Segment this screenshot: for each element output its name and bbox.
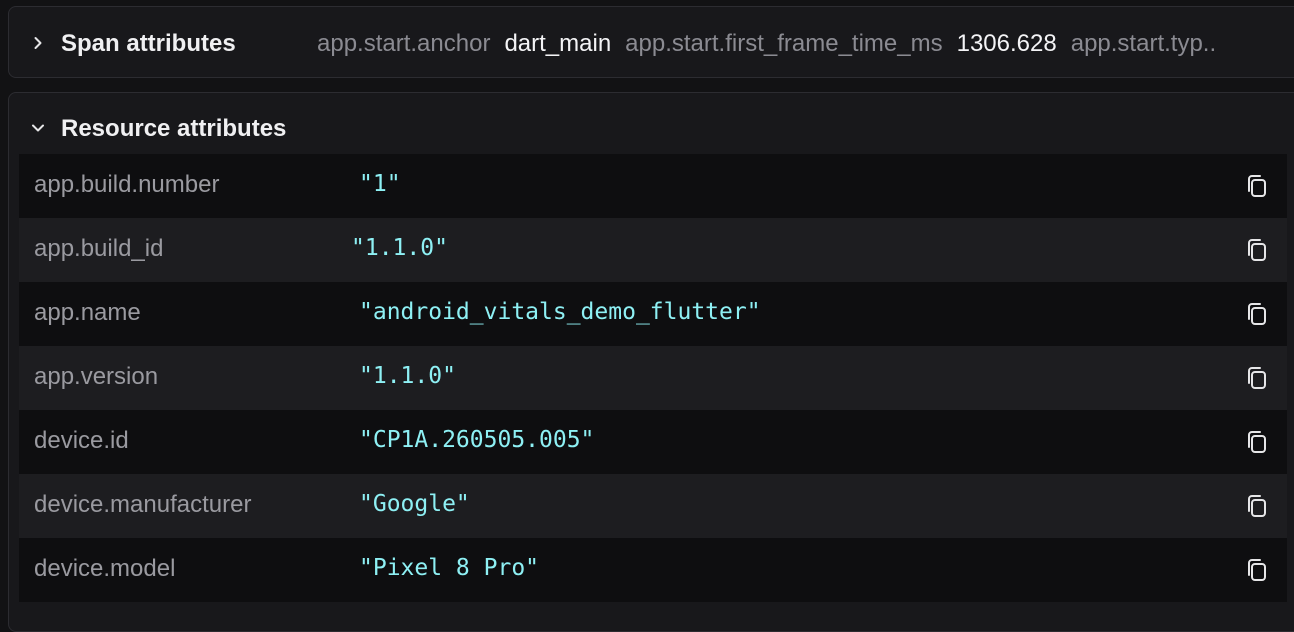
attribute-key: app.name: [34, 299, 141, 326]
copy-icon[interactable]: [1243, 364, 1271, 392]
attribute-row: app.build_id "1.1.0": [19, 218, 1287, 282]
attribute-key: app.build_id: [34, 235, 164, 262]
attribute-key: device.id: [34, 427, 129, 454]
copy-icon[interactable]: [1243, 172, 1271, 200]
attribute-key: device.model: [34, 555, 176, 582]
copy-icon[interactable]: [1243, 300, 1271, 328]
attribute-value: "1": [359, 171, 401, 197]
attribute-row: app.version "1.1.0": [19, 346, 1287, 410]
attribute-row: device.id "CP1A.260505.005": [19, 410, 1287, 474]
copy-icon[interactable]: [1243, 428, 1271, 456]
chevron-right-icon[interactable]: [27, 32, 49, 54]
resource-attributes-panel: Resource attributes app.build.number "1"…: [8, 92, 1294, 632]
attribute-value: "Google": [359, 491, 470, 517]
span-attr-key: app.start.anchor: [317, 30, 491, 57]
span-attr-value: 1306.628: [956, 30, 1057, 57]
span-attr-key: app.start.first_frame_time_ms: [625, 30, 943, 57]
attribute-row: device.manufacturer "Google": [19, 474, 1287, 538]
attribute-key: app.version: [34, 363, 159, 390]
attribute-row: device.model "Pixel 8 Pro": [19, 538, 1287, 602]
attribute-value: "1.1.0": [359, 363, 456, 389]
attribute-key: app.build.number: [34, 171, 220, 198]
chevron-down-icon[interactable]: [27, 117, 49, 139]
attribute-row: app.name "android_vitals_demo_flutter": [19, 282, 1287, 346]
span-attributes-header[interactable]: Span attributes app.start.anchor dart_mai…: [9, 7, 1294, 79]
attribute-value: "1.1.0": [351, 235, 448, 261]
copy-icon[interactable]: [1243, 556, 1271, 584]
attribute-value: "CP1A.260505.005": [359, 427, 595, 453]
resource-attributes-title[interactable]: Resource attributes: [61, 115, 286, 143]
copy-icon[interactable]: [1243, 236, 1271, 264]
span-attributes-summary: app.start.anchor dart_main app.start.first…: [317, 30, 1216, 58]
span-attr-key: app.start.typ..: [1070, 30, 1217, 57]
attribute-key: device.manufacturer: [34, 491, 252, 518]
resource-attributes-table: app.build.number "1" app.build_id "1.1.0…: [19, 154, 1287, 602]
attribute-value: "Pixel 8 Pro": [359, 555, 540, 581]
attribute-value: "android_vitals_demo_flutter": [359, 299, 761, 325]
copy-icon[interactable]: [1243, 492, 1271, 520]
span-attributes-title: Span attributes: [61, 30, 236, 57]
attribute-row: app.build.number "1": [19, 154, 1287, 218]
span-attributes-panel: Span attributes app.start.anchor dart_mai…: [8, 6, 1294, 78]
span-attr-value: dart_main: [504, 30, 612, 57]
